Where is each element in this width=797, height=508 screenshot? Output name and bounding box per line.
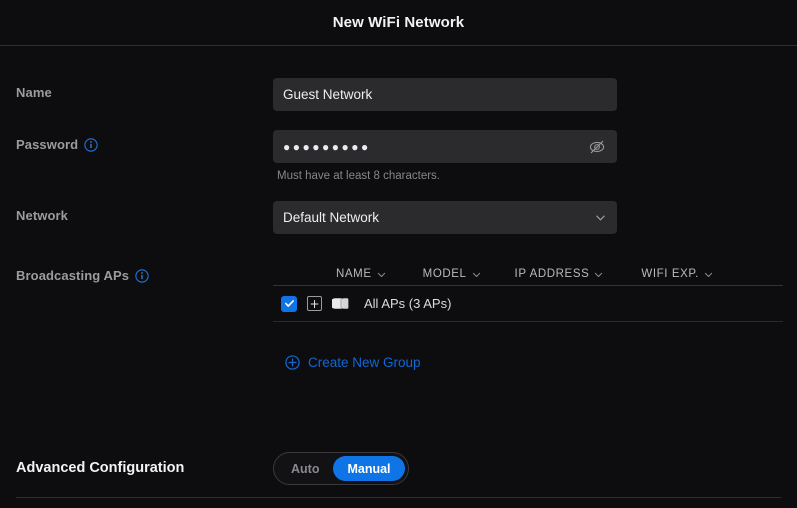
network-label-text: Network bbox=[16, 208, 68, 223]
toggle-option-manual[interactable]: Manual bbox=[333, 456, 405, 481]
plus-circle-icon bbox=[285, 355, 300, 370]
section-divider bbox=[16, 497, 781, 498]
broadcasting-aps-table: NAME MODEL IP ADDRESS WIFI EXP. + All AP… bbox=[273, 258, 783, 322]
network-select[interactable]: Default Network bbox=[273, 201, 617, 234]
chevron-down-icon bbox=[593, 269, 604, 280]
chevron-down-icon bbox=[703, 269, 714, 280]
column-header-ip-address-label: IP ADDRESS bbox=[514, 268, 590, 280]
table-row[interactable]: + All APs (3 APs) bbox=[273, 286, 783, 322]
name-input-value: Guest Network bbox=[283, 87, 373, 102]
advanced-configuration-section: Advanced Configuration Auto Manual bbox=[0, 452, 797, 486]
broadcasting-aps-label-text: Broadcasting APs bbox=[16, 268, 130, 283]
column-header-ip-address[interactable]: IP ADDRESS bbox=[515, 268, 605, 280]
column-header-name[interactable]: NAME bbox=[336, 268, 387, 280]
chevron-down-icon bbox=[376, 269, 387, 280]
create-new-group-button[interactable]: Create New Group bbox=[285, 355, 421, 370]
chevron-down-icon bbox=[594, 211, 607, 224]
column-header-model[interactable]: MODEL bbox=[423, 268, 482, 280]
password-label: Password bbox=[16, 137, 98, 152]
password-input[interactable]: ●●●●●●●●● bbox=[273, 130, 617, 163]
network-field-wrap: Default Network bbox=[273, 201, 617, 234]
network-label: Network bbox=[16, 208, 68, 223]
column-header-model-label: MODEL bbox=[422, 268, 467, 280]
broadcasting-aps-label: Broadcasting APs bbox=[16, 268, 149, 283]
toggle-option-auto[interactable]: Auto bbox=[277, 456, 333, 481]
name-label-text: Name bbox=[16, 85, 52, 100]
page-title: New WiFi Network bbox=[332, 14, 465, 31]
chevron-down-icon bbox=[471, 269, 482, 280]
password-input-value: ●●●●●●●●● bbox=[283, 139, 371, 154]
dialog-titlebar: New WiFi Network bbox=[0, 0, 797, 46]
name-input[interactable]: Guest Network bbox=[273, 78, 617, 111]
create-new-group-label: Create New Group bbox=[308, 355, 421, 370]
advanced-mode-toggle: Auto Manual bbox=[273, 452, 409, 485]
password-helper-text: Must have at least 8 characters. bbox=[277, 170, 440, 182]
column-header-wifi-exp[interactable]: WIFI EXP. bbox=[641, 268, 714, 280]
expand-group-button[interactable]: + bbox=[307, 296, 322, 311]
password-label-text: Password bbox=[16, 137, 79, 152]
advanced-configuration-title: Advanced Configuration bbox=[16, 460, 185, 476]
name-label: Name bbox=[16, 85, 52, 100]
column-header-name-label: NAME bbox=[336, 268, 372, 280]
password-field-wrap: ●●●●●●●●● bbox=[273, 130, 617, 163]
ap-group-name: All APs (3 APs) bbox=[364, 296, 452, 311]
table-header-row: NAME MODEL IP ADDRESS WIFI EXP. bbox=[273, 258, 783, 286]
name-field-wrap: Guest Network bbox=[273, 78, 617, 111]
network-select-value: Default Network bbox=[283, 210, 380, 225]
ap-group-checkbox[interactable] bbox=[281, 295, 297, 312]
column-header-wifi-exp-label: WIFI EXP. bbox=[641, 268, 699, 280]
ap-group-icon bbox=[332, 296, 352, 311]
info-circle-icon[interactable] bbox=[135, 268, 149, 283]
info-circle-icon[interactable] bbox=[84, 137, 98, 152]
eye-off-icon[interactable] bbox=[587, 137, 607, 157]
